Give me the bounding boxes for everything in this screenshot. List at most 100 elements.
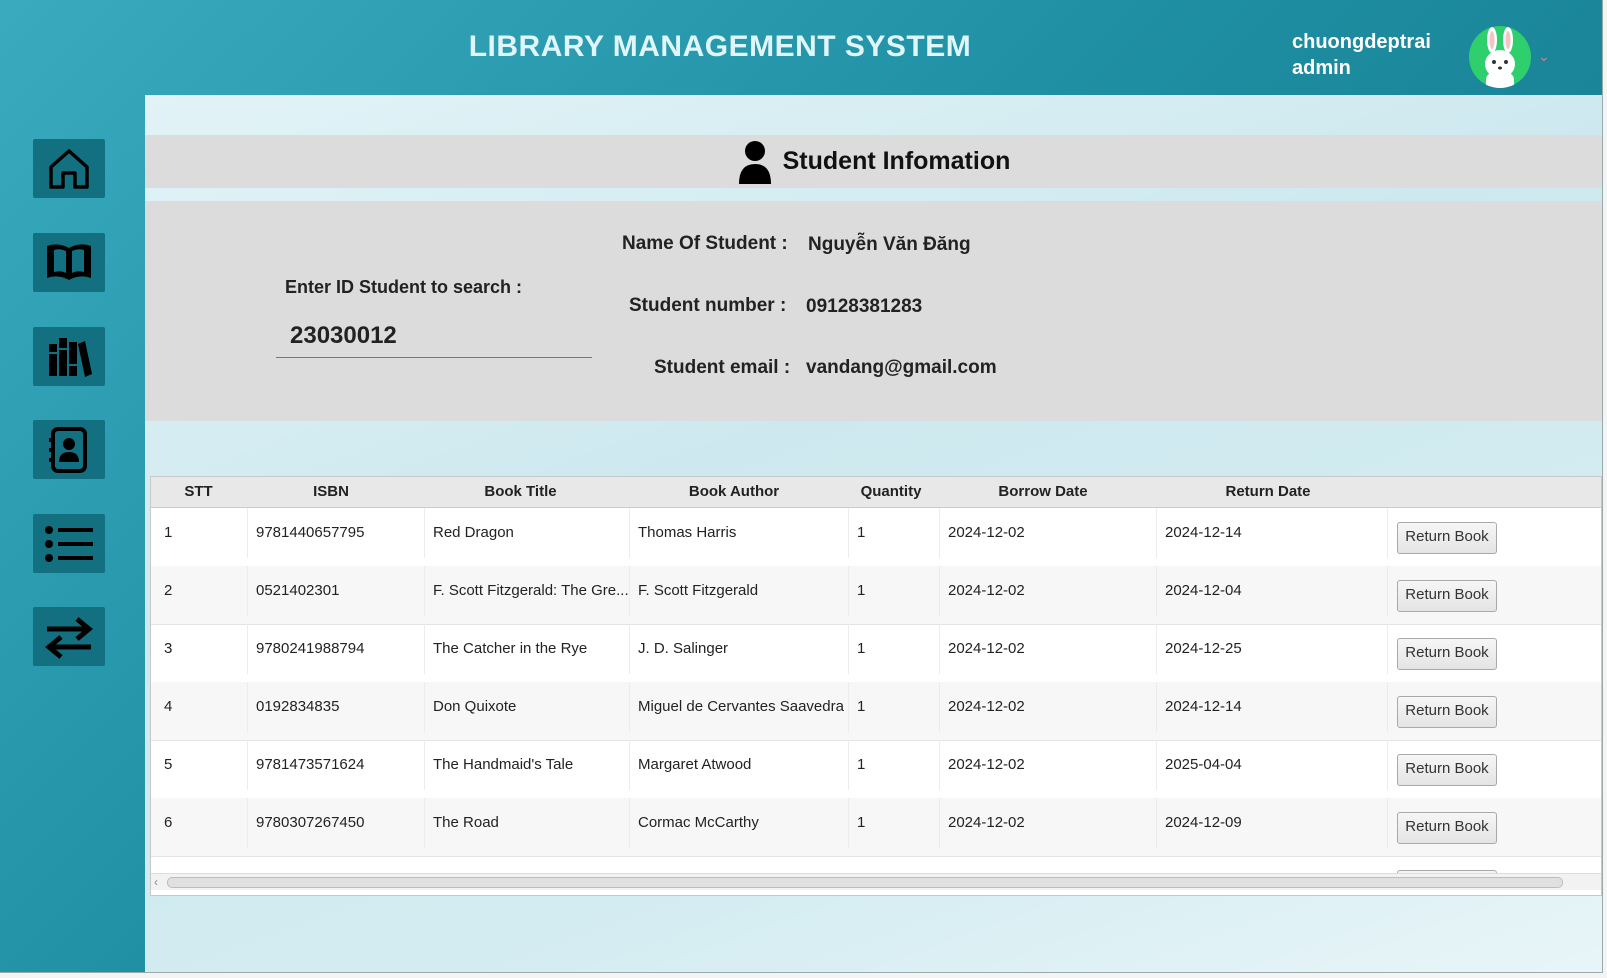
table-header: STT ISBN Book Title Book Author Quantity…: [151, 477, 1601, 508]
avatar[interactable]: [1469, 26, 1531, 88]
column-header-quantity[interactable]: Quantity: [847, 477, 935, 507]
table-row[interactable]: 6 9780307267450 The Road Cormac McCarthy…: [151, 798, 1601, 857]
cell-title: The Catcher in the Rye: [425, 624, 630, 674]
borrowed-books-table: STT ISBN Book Title Book Author Quantity…: [150, 476, 1602, 896]
user-info: chuongdeptrai admin: [1292, 29, 1431, 81]
column-header-return-date[interactable]: Return Date: [1155, 477, 1381, 507]
return-book-button[interactable]: Return Book: [1397, 522, 1497, 554]
return-book-button[interactable]: Return Book: [1397, 812, 1497, 844]
cell-return-date: 2024-12-14: [1157, 682, 1388, 732]
cell-return-date: 2024-12-04: [1157, 566, 1388, 616]
contacts-icon: [49, 426, 87, 473]
name-label: Name Of Student :: [622, 233, 788, 254]
nav-books-button[interactable]: [33, 233, 105, 292]
cell-stt: 6: [156, 798, 248, 848]
cell-isbn: 9780241988794: [248, 624, 425, 674]
cell-stt: 2: [156, 566, 248, 616]
student-info-panel: Enter ID Student to search : Name Of Stu…: [145, 201, 1602, 421]
cell-borrow-date: 2024-12-02: [940, 624, 1157, 674]
return-book-button[interactable]: Return Book: [1397, 580, 1497, 612]
table-row[interactable]: 1 9781440657795 Red Dragon Thomas Harris…: [151, 508, 1601, 567]
book-icon: [47, 243, 91, 280]
cell-borrow-date: 2024-12-02: [940, 682, 1157, 732]
cell-return-date: 2024-12-09: [1157, 798, 1388, 848]
cell-borrow-date: 2024-12-02: [940, 566, 1157, 616]
cell-quantity: 1: [849, 798, 940, 848]
user-role: admin: [1292, 57, 1351, 79]
cell-isbn: 9781473571624: [248, 740, 425, 790]
email-label: Student email :: [654, 357, 791, 378]
cell-author: Margaret Atwood: [630, 740, 849, 790]
cell-quantity: 1: [849, 566, 940, 616]
section-title: Student Infomation: [782, 147, 1011, 175]
sidebar: [0, 95, 144, 972]
cell-title: Red Dragon: [425, 508, 630, 558]
cell-quantity: 1: [849, 740, 940, 790]
cell-quantity: 1: [849, 508, 940, 558]
cell-stt: 1: [156, 508, 248, 558]
cell-author: Miguel de Cervantes Saavedra: [630, 682, 849, 732]
cell-stt: 4: [156, 682, 248, 732]
table-row[interactable]: 4 0192834835 Don Quixote Miguel de Cerva…: [151, 682, 1601, 741]
return-book-button[interactable]: Return Book: [1397, 754, 1497, 786]
main-content: Student Infomation Enter ID Student to s…: [145, 95, 1602, 972]
table-row[interactable]: 2 0521402301 F. Scott Fitzgerald: The Gr…: [151, 566, 1601, 625]
cell-borrow-date: 2024-12-02: [940, 508, 1157, 558]
chevron-down-icon[interactable]: ⌄: [1538, 48, 1550, 65]
home-icon: [49, 148, 89, 189]
cell-isbn: 9780307267450: [248, 798, 425, 848]
return-book-button[interactable]: Return Book: [1397, 696, 1497, 728]
table-row[interactable]: 5 9781473571624 The Handmaid's Tale Marg…: [151, 740, 1601, 799]
number-value: 09128381283: [806, 296, 923, 317]
cell-author: F. Scott Fitzgerald: [630, 566, 849, 616]
nav-transfer-button[interactable]: [33, 607, 105, 666]
cell-author: Cormac McCarthy: [630, 798, 849, 848]
app-title: LIBRARY MANAGEMENT SYSTEM: [468, 30, 972, 63]
cell-title: The Handmaid's Tale: [425, 740, 630, 790]
nav-list-button[interactable]: [33, 514, 105, 573]
section-header: Student Infomation: [145, 135, 1602, 188]
nav-contacts-button[interactable]: [33, 420, 105, 479]
username: chuongdeptrai: [1292, 31, 1431, 53]
cell-title: Don Quixote: [425, 682, 630, 732]
nav-library-button[interactable]: [33, 327, 105, 386]
cell-return-date: 2024-12-25: [1157, 624, 1388, 674]
cell-isbn: 9781440657795: [248, 508, 425, 558]
header: LIBRARY MANAGEMENT SYSTEM chuongdeptrai …: [0, 0, 1602, 95]
cell-return-date: 2024-12-14: [1157, 508, 1388, 558]
transfer-icon: [45, 616, 93, 659]
list-icon: [45, 525, 93, 562]
cell-author: J. D. Salinger: [630, 624, 849, 674]
table-row[interactable]: 3 9780241988794 The Catcher in the Rye J…: [151, 624, 1601, 683]
cell-isbn: 0521402301: [248, 566, 425, 616]
bunny-avatar-icon: [1485, 27, 1515, 88]
scrollbar-thumb[interactable]: [167, 877, 1563, 888]
table-row-partial[interactable]: [151, 856, 1601, 882]
horizontal-scrollbar[interactable]: ‹: [151, 873, 1601, 890]
cell-title: The Road: [425, 798, 630, 848]
cell-title: F. Scott Fitzgerald: The Gre...: [425, 566, 630, 616]
app-window: LIBRARY MANAGEMENT SYSTEM chuongdeptrai …: [0, 0, 1603, 973]
nav-home-button[interactable]: [33, 139, 105, 198]
column-header-borrow-date[interactable]: Borrow Date: [939, 477, 1147, 507]
column-header-author[interactable]: Book Author: [628, 477, 840, 507]
email-value: vandang@gmail.com: [806, 357, 997, 378]
name-value: Nguyễn Văn Đăng: [808, 234, 971, 255]
cell-stt: 5: [156, 740, 248, 790]
search-label: Enter ID Student to search :: [285, 277, 523, 297]
cell-stt: 3: [156, 624, 248, 674]
cell-quantity: 1: [849, 624, 940, 674]
cell-borrow-date: 2024-12-02: [940, 740, 1157, 790]
cell-author: Thomas Harris: [630, 508, 849, 558]
column-header-isbn[interactable]: ISBN: [246, 477, 416, 507]
return-book-button[interactable]: Return Book: [1397, 638, 1497, 670]
person-icon: [738, 140, 771, 184]
column-header-title[interactable]: Book Title: [423, 477, 618, 507]
scroll-left-icon[interactable]: ‹: [154, 874, 158, 890]
library-icon: [49, 337, 92, 377]
cell-isbn: 0192834835: [248, 682, 425, 732]
cell-borrow-date: 2024-12-02: [940, 798, 1157, 848]
cell-return-date: 2025-04-04: [1157, 740, 1388, 790]
student-id-input[interactable]: [276, 314, 592, 358]
column-header-stt[interactable]: STT: [151, 477, 246, 507]
